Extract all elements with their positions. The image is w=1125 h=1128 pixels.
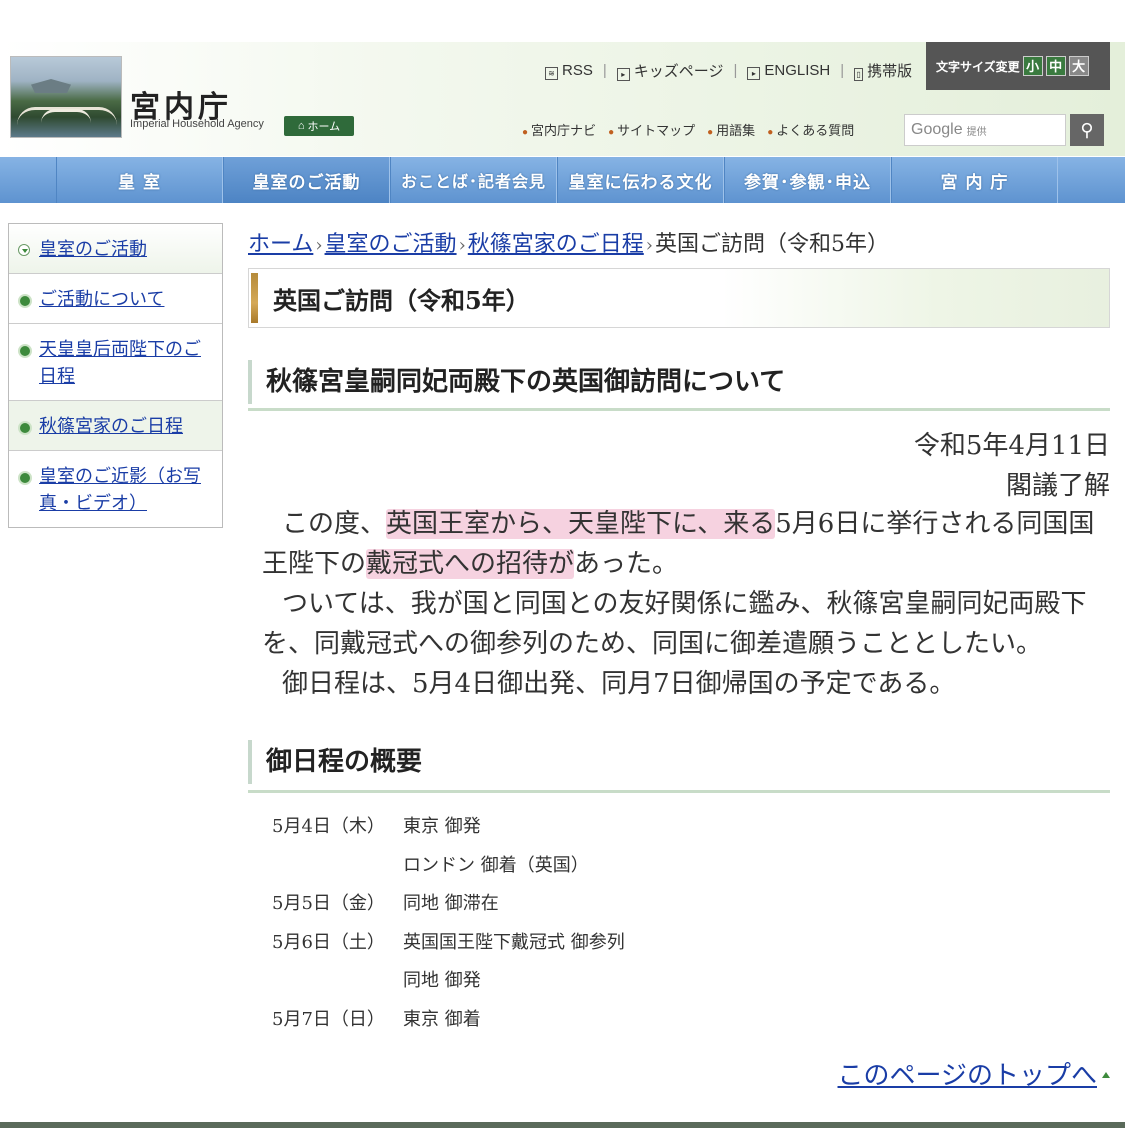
agency-name-en[interactable]: Imperial Household Agency	[130, 118, 264, 130]
section-title-visit: 秋篠宮皇嗣同妃両殿下の英国御訪問について	[248, 360, 1110, 404]
sidebar: 皇室のご活動 ご活動について 天皇皇后両陛下のご日程 秋篠宮家のご日程 皇室のご…	[8, 223, 223, 528]
bullet-icon: ●	[522, 127, 529, 138]
section-divider	[248, 790, 1110, 793]
search-button[interactable]: ⚲	[1070, 114, 1104, 146]
breadcrumb-activities[interactable]: 皇室のご活動	[325, 232, 457, 257]
bullet-icon	[18, 471, 32, 485]
font-size-small-button[interactable]: 小	[1022, 56, 1043, 76]
highlight-1: 英国王室から、天皇陛下に、来る	[386, 509, 776, 539]
sidebar-item-about[interactable]: ご活動について	[9, 274, 222, 324]
paragraph-1: この度、英国王室から、天皇陛下に、来る5月6日に挙行される同国国王陛下の戴冠式へ…	[262, 509, 1095, 579]
top-links: ≋ RSS | ▸ キッズページ | ▸ ENGLISH | ▯ 携帯版	[545, 60, 912, 81]
schedule-list: 5月4日（木） 東京 御発 ロンドン 御着（英国） 5月5日（金） 同地 御滞在 5…	[272, 808, 625, 1039]
breadcrumb-home[interactable]: ホーム	[248, 232, 313, 257]
nav-statements[interactable]: おことば･記者会見	[390, 157, 557, 203]
chevron-down-icon	[18, 244, 30, 256]
navi-link[interactable]: ● 宮内庁ナビ	[522, 120, 596, 139]
font-size-switcher: 文字サイズ変更 小 中 大	[926, 42, 1110, 90]
bullet-icon: ●	[767, 127, 774, 138]
chevron-right-icon: ›	[458, 235, 466, 256]
schedule-row: 5月6日（土） 英国国王陛下戴冠式 御参列	[272, 931, 625, 953]
nav-activities[interactable]: 皇室のご活動	[223, 157, 390, 203]
palace-bridge-photo[interactable]	[10, 56, 122, 138]
bullet-icon: ●	[608, 127, 615, 138]
rss-icon: ≋	[545, 66, 558, 80]
sub-links: ● 宮内庁ナビ ● サイトマップ ● 用語集 ● よくある質問	[522, 120, 854, 139]
nav-visits[interactable]: 参賀･参観･申込	[724, 157, 891, 203]
sitemap-link[interactable]: ● サイトマップ	[608, 120, 695, 139]
breadcrumb: ホーム ›皇室のご活動 ›秋篠宮家のご日程 ›英国ご訪問（令和5年）	[248, 226, 889, 258]
bullet-icon	[18, 344, 32, 358]
kids-page-link[interactable]: ▸ キッズページ	[616, 60, 723, 81]
breadcrumb-current: 英国ご訪問（令和5年）	[654, 232, 889, 257]
play-box-icon: ▸	[747, 66, 761, 80]
mobile-icon: ▯	[854, 68, 864, 81]
home-button[interactable]: ⌂ ホーム	[284, 116, 354, 136]
schedule-row: 5月4日（木） 東京 御発	[272, 816, 481, 837]
breadcrumb-akishino[interactable]: 秋篠宮家のご日程	[468, 232, 644, 257]
decision-date-block: 令和5年4月11日 閣議了解	[914, 426, 1110, 506]
chevron-right-icon: ›	[315, 235, 323, 256]
schedule-row: ロンドン 御着（英国）	[403, 854, 589, 876]
bullet-icon: ●	[707, 127, 714, 138]
glossary-link[interactable]: ● 用語集	[707, 120, 755, 139]
footer-divider	[0, 1122, 1125, 1128]
nav-imperial-family[interactable]: 皇 室	[56, 157, 223, 203]
house-icon: ⌂	[297, 120, 305, 132]
rss-link[interactable]: ≋ RSS	[545, 62, 593, 80]
global-nav: 皇 室 皇室のご活動 おことば･記者会見 皇室に伝わる文化 参賀･参観･申込 宮…	[0, 157, 1125, 203]
schedule-row: 5月5日（金） 同地 御滞在	[272, 893, 499, 914]
schedule-row: 5月7日（日） 東京 御着	[272, 1008, 481, 1030]
english-link[interactable]: ▸ ENGLISH	[747, 62, 830, 80]
paragraph-3: 御日程は、5月4日御出発、同月7日御帰国の予定である。	[282, 669, 956, 699]
faq-link[interactable]: ● よくある質問	[767, 120, 854, 139]
arrow-up-icon	[1102, 1072, 1110, 1078]
highlight-2: 戴冠式への招待が	[366, 549, 575, 579]
sidebar-item-photos[interactable]: 皇室のご近影（お写真・ビデオ）	[9, 451, 222, 527]
sidebar-item-akishino-schedule[interactable]: 秋篠宮家のご日程	[9, 401, 222, 451]
play-box-icon: ▸	[616, 68, 630, 81]
font-size-medium-button[interactable]: 中	[1045, 56, 1066, 76]
back-to-top-link[interactable]: このページのトップへ	[838, 1055, 1097, 1092]
decision-type: 閣議了解	[1005, 471, 1110, 501]
page-title: 英国ご訪問（令和5年）	[248, 268, 1110, 328]
announcement-text: この度、英国王室から、天皇陛下に、来る5月6日に挙行される同国国王陛下の戴冠式へ…	[262, 504, 1102, 704]
decision-date: 令和5年4月11日	[913, 431, 1110, 461]
chevron-right-icon: ›	[645, 235, 653, 256]
bullet-icon	[18, 294, 32, 308]
paragraph-2: ついては、我が国と同国との友好関係に鑑み、秋篠宮皇嗣同妃両殿下を、同戴冠式への御…	[262, 589, 1087, 659]
sidebar-item-emperor-schedule[interactable]: 天皇皇后両陛下のご日程	[9, 324, 222, 401]
font-size-large-button[interactable]: 大	[1068, 56, 1089, 76]
sidebar-item-activities[interactable]: 皇室のご活動	[9, 224, 222, 274]
bullet-icon	[18, 421, 32, 435]
search-icon: ⚲	[1080, 119, 1094, 141]
nav-agency[interactable]: 宮 内 庁	[891, 157, 1058, 203]
search-input[interactable]: Google 提供	[904, 114, 1066, 146]
mobile-link[interactable]: ▯ 携帯版	[854, 60, 912, 81]
schedule-row: 同地 御発	[403, 970, 481, 991]
nav-culture[interactable]: 皇室に伝わる文化	[557, 157, 724, 203]
site-header: 宮内庁 Imperial Household Agency ⌂ ホーム ≋ RSS…	[0, 42, 1125, 156]
font-size-label: 文字サイズ変更	[936, 59, 1020, 74]
section-divider	[248, 408, 1110, 411]
section-title-schedule: 御日程の概要	[248, 740, 1110, 784]
